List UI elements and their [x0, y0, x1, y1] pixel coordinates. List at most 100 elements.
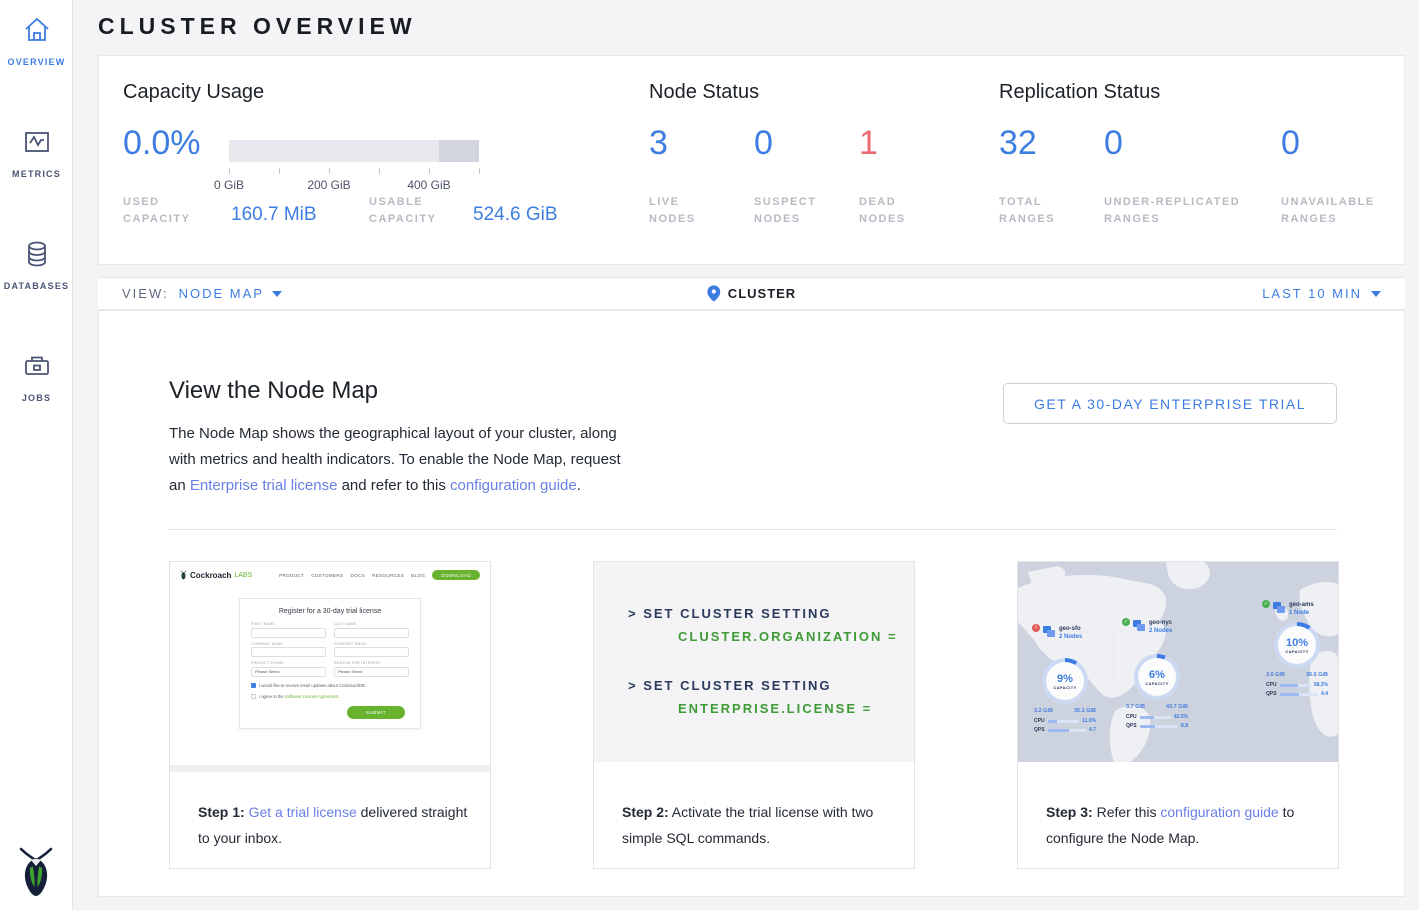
chevron-down-icon: [1371, 291, 1381, 297]
dead-nodes-label: DEAD NODES: [859, 194, 906, 228]
sidebar-item-metrics[interactable]: METRICS: [0, 112, 73, 192]
view-selector-value: NODE MAP: [179, 286, 264, 301]
configuration-guide-link[interactable]: configuration guide: [1160, 804, 1278, 820]
content-area: CLUSTER OVERVIEW Capacity Usage 0.0% 0 G…: [73, 0, 1419, 910]
minisite-field: PROJECT PHASEPlease Select: [251, 661, 326, 677]
prompt-char: >: [628, 606, 638, 621]
home-icon: [21, 14, 53, 46]
divider: [169, 529, 1337, 530]
live-nodes-label: LIVE NODES: [649, 194, 696, 228]
node-map-heading: View the Node Map: [169, 377, 378, 405]
time-range-value: LAST 10 MIN: [1262, 286, 1362, 301]
sql-argument: CLUSTER.ORGANIZATION =: [678, 629, 914, 644]
node-cubes-icon: [1133, 620, 1146, 632]
capacity-total: 35.1 GiB: [1074, 708, 1096, 714]
summary-panel: Capacity Usage 0.0% 0 GiB 200 GiB 400 Gi…: [98, 55, 1405, 265]
sidebar-item-databases[interactable]: DATABASES: [0, 224, 73, 304]
minisite-header: Cockroach LABS PRODUCT CUSTOMERS DOCS RE…: [170, 562, 490, 588]
gauge-tick-label: 400 GiB: [399, 178, 459, 192]
minisite-brand-text: Cockroach: [190, 571, 231, 580]
step1-card: Cockroach LABS PRODUCT CUSTOMERS DOCS RE…: [169, 561, 491, 869]
sql-command: SET CLUSTER SETTING: [643, 678, 831, 693]
view-bar: VIEW: NODE MAP CLUSTER LAST 10 MIN: [98, 277, 1405, 310]
unavailable-ranges-value: 0: [1281, 124, 1300, 163]
bottom-strip: [73, 897, 1419, 910]
unavailable-ranges-label: UNAVAILABLE RANGES: [1281, 194, 1375, 228]
gauge-tick: [229, 168, 230, 174]
get-trial-license-link[interactable]: Get a trial license: [249, 804, 357, 820]
total-ranges-value: 32: [999, 124, 1037, 163]
suspect-nodes-label: SUSPECT NODES: [754, 194, 816, 228]
location-pin-icon: [707, 285, 720, 302]
description-text: .: [577, 477, 581, 494]
sql-argument: ENTERPRISE.LICENSE =: [678, 701, 914, 716]
minisite-nav-item: BLOG: [411, 573, 425, 578]
minisite-brand-suffix: LABS: [234, 572, 252, 579]
used-capacity-value: 160.7 MiB: [231, 204, 317, 226]
breadcrumb-cluster: CLUSTER: [707, 278, 796, 309]
minisite-form-title: Register for a 30-day trial license: [251, 608, 409, 615]
description-text: and refer to this: [337, 477, 450, 494]
sql-command: SET CLUSTER SETTING: [643, 606, 831, 621]
total-ranges-label: TOTAL RANGES: [999, 194, 1055, 228]
node-cubes-icon: [1043, 626, 1056, 638]
capacity-used: 3.7 GiB: [1126, 704, 1145, 710]
map-location-ams: ✓ geo-ams1 Node: [1262, 600, 1314, 617]
minisite-nav-item: PRODUCT: [279, 573, 304, 578]
prompt-char: >: [628, 678, 638, 693]
sql-code-block: > SET CLUSTER SETTING CLUSTER.ORGANIZATI…: [594, 562, 914, 762]
locality-metrics: CPU42.5% QPS8.8: [1126, 714, 1188, 732]
dead-nodes-value: 1: [859, 124, 878, 163]
replication-status-title: Replication Status: [999, 81, 1160, 104]
minisite-body: Register for a 30-day trial license FIRS…: [170, 598, 490, 772]
minisite-nav-item: CUSTOMERS: [311, 573, 343, 578]
status-ok-icon: ✓: [1262, 600, 1270, 608]
cluster-overview-page: OVERVIEW METRICS DATABASES JOBS: [0, 0, 1419, 910]
chevron-down-icon: [272, 291, 282, 297]
minisite-download-button: DOWNLOAD: [432, 570, 480, 580]
minisite-field: COMPANY NAME: [251, 642, 326, 658]
get-enterprise-trial-button[interactable]: GET A 30-DAY ENTERPRISE TRIAL: [1003, 383, 1337, 424]
gauge-tick: [479, 168, 480, 174]
checkbox-checked-icon: [251, 683, 256, 688]
capacity-gauge: [229, 140, 479, 162]
step3-card: ! geo-sfo2 Nodes 9%CAPACITY 3.2 GiB35.1 …: [1017, 561, 1339, 869]
capacity-donut-nyc: 6%CAPACITY: [1134, 654, 1180, 700]
time-range-selector[interactable]: LAST 10 MIN: [1262, 278, 1381, 309]
sidebar-item-overview[interactable]: OVERVIEW: [0, 0, 73, 80]
capacity-total: 36.6 GiB: [1306, 672, 1328, 678]
minisite-brand: Cockroach LABS: [180, 570, 252, 580]
capacity-donut-ams: 10%CAPACITY: [1274, 622, 1320, 668]
live-nodes-value: 3: [649, 124, 668, 163]
enterprise-trial-license-link[interactable]: Enterprise trial license: [190, 477, 338, 494]
jobs-icon: [21, 350, 53, 382]
capacity-total: 43.7 GiB: [1166, 704, 1188, 710]
minisite-checkbox-license: I agree to the Software License Agreemen…: [251, 694, 409, 699]
configuration-guide-link[interactable]: configuration guide: [450, 477, 577, 494]
view-selector[interactable]: NODE MAP: [179, 286, 282, 301]
usable-capacity-label: USABLE CAPACITY: [369, 194, 436, 228]
minisite-field: FIRST NAME: [251, 622, 326, 638]
map-location-sfo: ! geo-sfo2 Nodes: [1032, 624, 1082, 641]
minisite-nav-item: DOCS: [350, 573, 365, 578]
sidebar-item-jobs[interactable]: JOBS: [0, 336, 73, 416]
node-map-preview: ! geo-sfo2 Nodes 9%CAPACITY 3.2 GiB35.1 …: [1018, 562, 1338, 762]
locality-name: geo-ams: [1289, 602, 1314, 608]
under-replicated-ranges-value: 0: [1104, 124, 1123, 163]
locality-node-count: 2 Nodes: [1059, 634, 1082, 640]
steps-row: Cockroach LABS PRODUCT CUSTOMERS DOCS RE…: [169, 561, 1339, 869]
status-alert-icon: !: [1032, 624, 1040, 632]
step2-card: > SET CLUSTER SETTING CLUSTER.ORGANIZATI…: [593, 561, 915, 869]
node-status-title: Node Status: [649, 81, 759, 104]
minisite-nav-item: RESOURCES: [372, 573, 404, 578]
sidebar-item-label: DATABASES: [4, 281, 69, 291]
minisite-field: REASON FOR INTERESTPlease Select: [334, 661, 409, 677]
checkbox-icon: [251, 694, 256, 699]
minisite-register-form: Register for a 30-day trial license FIRS…: [239, 598, 421, 729]
sidebar-item-label: OVERVIEW: [8, 57, 66, 67]
step1-caption: Step 1: Get a trial license delivered st…: [198, 799, 472, 851]
minisite-field: COMPANY EMAIL: [334, 642, 409, 658]
capacity-percent: 0.0%: [123, 124, 201, 163]
minisite-submit-button: SUBMIT: [347, 706, 405, 719]
locality-name: geo-nyc: [1149, 620, 1172, 626]
